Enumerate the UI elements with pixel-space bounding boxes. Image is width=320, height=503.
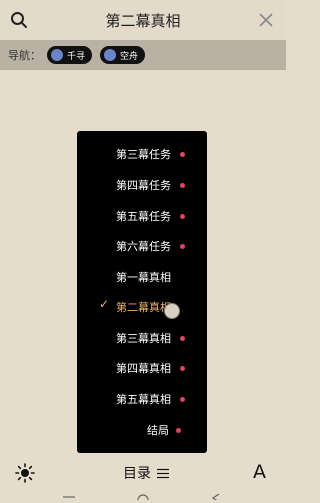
menu-item-label: 第四幕任务 — [116, 179, 171, 192]
font-size-button[interactable]: A — [253, 461, 266, 483]
chapter-menu: 第三幕任务 第四幕任务 第五幕任务 第六幕任务 第一幕真相 ✓ 第二幕真相 第三… — [77, 131, 207, 453]
unread-dot — [180, 152, 185, 157]
navigation-bar: 导航： 千寻 空舟 — [0, 40, 286, 70]
menu-item-active[interactable]: ✓ 第二幕真相 — [77, 292, 207, 322]
menu-item-label: 第二幕真相 — [116, 301, 171, 314]
search-icon[interactable] — [10, 11, 28, 29]
recent-apps-icon[interactable] — [62, 494, 76, 500]
menu-item[interactable]: 第五幕真相 — [77, 384, 207, 414]
close-icon[interactable] — [258, 12, 274, 28]
nav-pill-label: 千寻 — [67, 51, 86, 62]
menu-item[interactable]: 第四幕真相 — [77, 353, 207, 383]
menu-item-label: 第三幕任务 — [116, 148, 171, 161]
back-icon[interactable] — [210, 494, 222, 500]
menu-item-label: 第五幕任务 — [116, 210, 171, 223]
menu-item-label: 第六幕任务 — [116, 240, 171, 253]
page-title: 第二幕真相 — [105, 11, 181, 30]
nav-pill-label: 空舟 — [120, 51, 139, 62]
menu-lines-icon — [157, 468, 169, 478]
menu-item[interactable]: 第五幕任务 — [77, 201, 207, 231]
menu-item[interactable]: 第三幕任务 — [77, 139, 207, 169]
kongzhou-icon — [104, 49, 117, 61]
menu-item-label: 第四幕真相 — [116, 362, 171, 375]
menu-item[interactable]: 第三幕真相 — [77, 323, 207, 353]
bottom-toolbar: 目录 A — [0, 453, 286, 491]
unread-dot — [180, 366, 185, 371]
toc-label: 目录 — [123, 466, 151, 482]
top-bar: 第二幕真相 — [0, 0, 286, 40]
menu-item-label: 第三幕真相 — [116, 332, 171, 345]
home-icon[interactable] — [137, 494, 149, 500]
unread-dot — [180, 183, 185, 188]
unread-dot — [180, 336, 185, 341]
menu-item-label: 第五幕真相 — [116, 393, 171, 406]
unread-dot — [176, 428, 181, 433]
navigation-label: 导航： — [8, 49, 41, 62]
system-nav-bar — [0, 491, 286, 503]
menu-item-label: 结局 — [147, 424, 169, 437]
qianxun-icon — [51, 49, 63, 61]
touch-cursor — [164, 303, 180, 319]
unread-dot — [180, 397, 185, 402]
menu-item[interactable]: 第一幕真相 — [77, 262, 207, 292]
menu-item[interactable]: 第四幕任务 — [77, 170, 207, 200]
menu-item[interactable]: 结局 — [77, 415, 207, 445]
nav-pill-kongzhou[interactable]: 空舟 — [100, 46, 146, 64]
table-of-contents-button[interactable]: 目录 — [123, 463, 169, 483]
menu-item-label: 第一幕真相 — [116, 271, 171, 284]
menu-item[interactable]: 第六幕任务 — [77, 231, 207, 261]
unread-dot — [180, 214, 185, 219]
check-icon: ✓ — [99, 297, 110, 311]
brightness-icon[interactable] — [15, 463, 35, 483]
unread-dot — [180, 244, 185, 249]
nav-pill-qianxun[interactable]: 千寻 — [47, 46, 93, 64]
